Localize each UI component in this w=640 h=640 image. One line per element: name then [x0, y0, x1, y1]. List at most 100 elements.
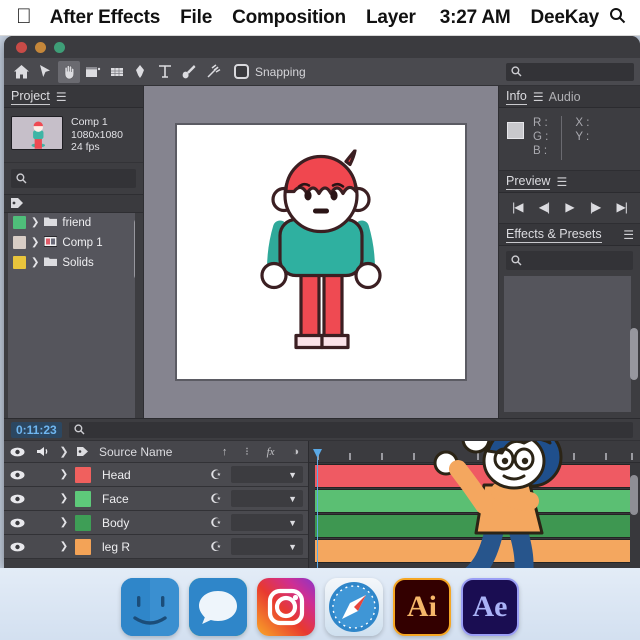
info-x-value: X :: [575, 117, 590, 129]
brush-tool-icon[interactable]: [178, 61, 200, 83]
source-name-header[interactable]: Source Name: [92, 445, 213, 459]
label-swatch[interactable]: [13, 256, 26, 269]
project-search-input[interactable]: [11, 168, 136, 188]
layer-color-swatch[interactable]: [72, 514, 94, 531]
label-swatch[interactable]: [13, 236, 26, 249]
tab-audio[interactable]: Audio: [549, 90, 581, 104]
chevron-right-icon[interactable]: ❯: [56, 517, 72, 528]
dock-item-after-effects[interactable]: Ae: [461, 578, 519, 636]
dock-item-finder[interactable]: [121, 578, 179, 636]
layer-dropdown[interactable]: ▼: [231, 466, 303, 483]
chevron-right-icon[interactable]: ❯: [31, 217, 39, 228]
tag-icon[interactable]: [72, 446, 92, 457]
timeline-search-input[interactable]: [68, 421, 633, 438]
table-row[interactable]: ❯ Body ☪ ▼: [4, 511, 308, 535]
composition-viewer[interactable]: [144, 86, 498, 418]
apple-logo-icon[interactable]: : [12, 6, 40, 30]
timeline-scrollbar[interactable]: [630, 475, 638, 515]
tab-info[interactable]: Info: [506, 89, 527, 105]
eye-icon[interactable]: [4, 542, 30, 552]
layer-dropdown[interactable]: ▼: [231, 514, 303, 531]
effects-scrollbar[interactable]: [630, 328, 638, 380]
snapping-control[interactable]: Snapping: [234, 64, 306, 79]
previous-frame-button[interactable]: ◀|: [539, 200, 550, 214]
first-frame-button[interactable]: |◀: [512, 200, 523, 214]
eye-icon[interactable]: [4, 447, 30, 457]
next-frame-button[interactable]: |▶: [590, 200, 601, 214]
hamburger-icon[interactable]: ☰: [533, 90, 544, 104]
dock-item-instagram[interactable]: [257, 578, 315, 636]
text-tool-icon[interactable]: [154, 61, 176, 83]
zoom-button[interactable]: [54, 41, 65, 53]
layer-dropdown[interactable]: ▼: [231, 538, 303, 555]
project-item-solids[interactable]: ❯ Solids: [8, 253, 135, 273]
project-item-comp1[interactable]: ❯ Comp 1: [8, 233, 135, 253]
minimize-button[interactable]: [35, 41, 46, 53]
eye-icon[interactable]: [4, 494, 30, 504]
close-button[interactable]: [16, 41, 27, 53]
orbit-tool-icon[interactable]: [106, 61, 128, 83]
menu-item-layer[interactable]: Layer: [356, 7, 426, 29]
menu-bar-username[interactable]: DeeKay: [520, 7, 609, 29]
spiral-icon[interactable]: ☪: [201, 467, 231, 483]
layer-name[interactable]: Head: [94, 468, 201, 482]
spiral-icon[interactable]: ☪: [201, 539, 231, 555]
menu-item-file[interactable]: File: [170, 7, 222, 29]
hand-tool-icon[interactable]: [58, 60, 80, 83]
label-swatch[interactable]: [13, 216, 26, 229]
search-icon[interactable]: [609, 7, 628, 29]
chevron-right-icon[interactable]: ❯: [56, 541, 72, 552]
tab-effects-presets[interactable]: Effects & Presets: [506, 227, 602, 243]
hamburger-icon[interactable]: ☰: [623, 228, 634, 242]
audio-icon[interactable]: [30, 446, 56, 457]
composition-canvas[interactable]: [175, 123, 467, 381]
hamburger-icon[interactable]: ☰: [56, 90, 67, 104]
layer-color-swatch[interactable]: [72, 538, 94, 555]
table-row[interactable]: ❯ Face ☪ ▼: [4, 487, 308, 511]
chevron-right-icon[interactable]: ❯: [56, 445, 72, 458]
timeline-track-area[interactable]: [309, 441, 640, 568]
effects-search-input[interactable]: [506, 251, 633, 270]
current-timecode[interactable]: 0:11:23: [11, 421, 62, 438]
spiral-icon[interactable]: ☪: [201, 491, 231, 507]
menu-item-composition[interactable]: Composition: [222, 7, 356, 29]
last-frame-button[interactable]: ▶|: [617, 200, 628, 214]
table-row[interactable]: ❯ leg R ☪ ▼: [4, 535, 308, 559]
eye-icon[interactable]: [4, 518, 30, 528]
project-scrollbar[interactable]: [134, 218, 135, 279]
project-item-friend[interactable]: ❯ friend: [8, 213, 135, 233]
comp-thumbnail[interactable]: [11, 116, 63, 150]
spiral-icon[interactable]: ☪: [201, 515, 231, 531]
play-button[interactable]: ▶: [565, 200, 574, 214]
layer-name[interactable]: Body: [94, 516, 201, 530]
layer-name[interactable]: leg R: [94, 540, 201, 554]
dock-item-safari[interactable]: [325, 578, 383, 636]
zoom-tool-icon[interactable]: [82, 61, 104, 83]
chevron-right-icon[interactable]: ❯: [31, 237, 39, 248]
playhead[interactable]: [313, 449, 322, 568]
layer-name[interactable]: Face: [94, 492, 201, 506]
chevron-right-icon[interactable]: ❯: [56, 469, 72, 480]
clone-stamp-icon[interactable]: [202, 61, 224, 83]
eye-icon[interactable]: [4, 470, 30, 480]
tab-project[interactable]: Project: [11, 89, 50, 105]
snapping-checkbox[interactable]: [234, 64, 249, 79]
layer-color-swatch[interactable]: [72, 490, 94, 507]
chevron-right-icon[interactable]: ❯: [31, 257, 39, 268]
selection-arrow-icon[interactable]: [34, 61, 56, 83]
toolbar-search-input[interactable]: [506, 62, 634, 81]
layer-dropdown[interactable]: ▼: [231, 490, 303, 507]
home-icon[interactable]: [10, 61, 32, 83]
table-row[interactable]: ❯ Head ☪ ▼: [4, 463, 308, 487]
project-items-list[interactable]: ❯ friend ❯ Comp 1 ❯ Solids: [8, 212, 135, 418]
layer-color-swatch[interactable]: [72, 466, 94, 483]
chevron-right-icon[interactable]: ❯: [56, 493, 72, 504]
pen-tool-icon[interactable]: [130, 61, 152, 83]
tab-preview[interactable]: Preview: [506, 174, 551, 190]
dock-item-illustrator[interactable]: Ai: [393, 578, 451, 636]
menu-item-after-effects[interactable]: After Effects: [40, 7, 170, 29]
dock-item-messages[interactable]: [189, 578, 247, 636]
comp-info-row[interactable]: Comp 1 1080x1080 24 fps: [4, 108, 143, 163]
hamburger-icon[interactable]: ☰: [556, 175, 567, 189]
effects-list[interactable]: [504, 276, 638, 412]
